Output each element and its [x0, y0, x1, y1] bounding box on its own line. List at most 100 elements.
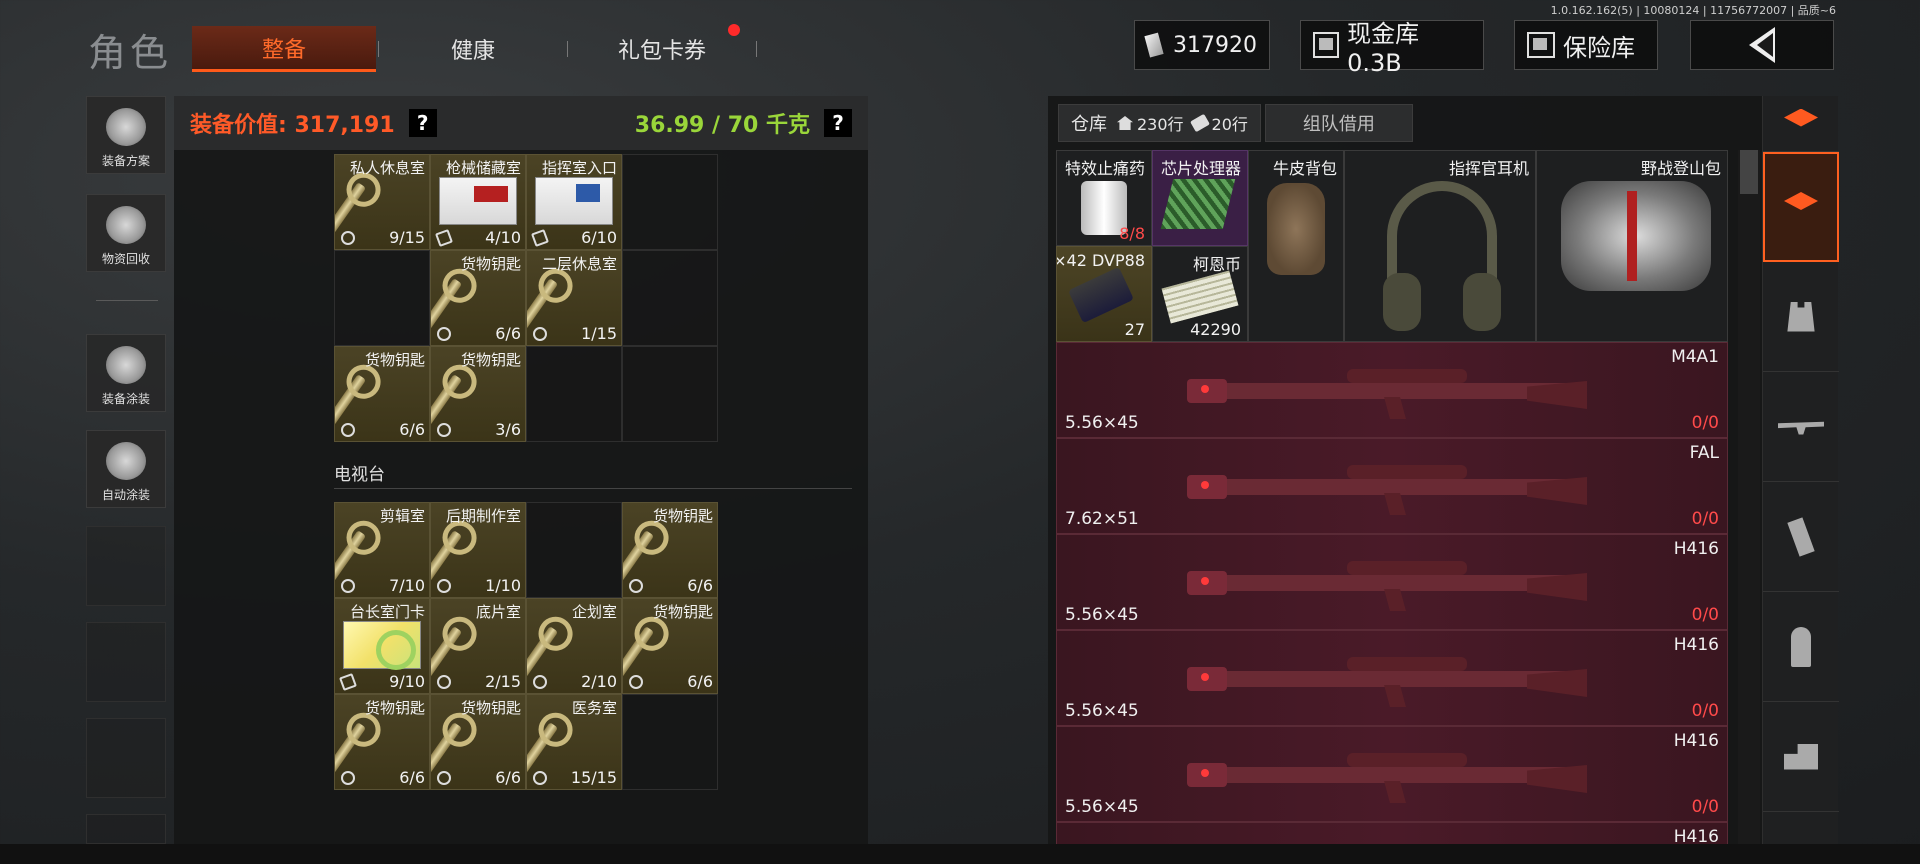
- key-item[interactable]: 底片室 2/15: [430, 598, 526, 694]
- weapon-name: H416: [1673, 539, 1719, 559]
- all-categories-icon[interactable]: [1763, 96, 1839, 152]
- item-name: 柯恩币: [1192, 255, 1241, 274]
- key-item[interactable]: 后期制作室 1/10: [430, 502, 526, 598]
- equip-paint-button[interactable]: 装备涂装: [86, 334, 166, 412]
- rifle-icon: [1187, 369, 1587, 419]
- key-item[interactable]: 二层休息室 1/15: [526, 250, 622, 346]
- weapon-caliber: 5.56×45: [1065, 605, 1139, 625]
- weapon-row[interactable]: H416 5.56×45 0/0: [1056, 534, 1728, 630]
- value-help-button[interactable]: ?: [408, 109, 437, 137]
- weapon-row[interactable]: H416 5.56×45 0/0: [1056, 726, 1728, 822]
- house-icon: [1117, 116, 1133, 130]
- key-item[interactable]: 剪辑室 7/10: [334, 502, 430, 598]
- empty-slot: [86, 526, 166, 606]
- key-item[interactable]: 货物钥匙 6/6: [334, 346, 430, 442]
- scroll-thumb[interactable]: [1740, 150, 1758, 194]
- item-name: 特效止痛药: [1064, 159, 1145, 178]
- safe-button[interactable]: 保险库: [1514, 20, 1658, 70]
- item-count: 9/10: [389, 672, 425, 691]
- sight-icon[interactable]: [1763, 702, 1839, 812]
- item-count: 3/6: [495, 420, 521, 439]
- item-name: 货物钥匙: [364, 699, 425, 717]
- storage-item[interactable]: 柯恩币 42290: [1152, 246, 1248, 342]
- key-item[interactable]: 货物钥匙 3/6: [430, 346, 526, 442]
- storage-item[interactable]: 牛皮背包: [1248, 150, 1344, 342]
- rows-tag-count: 20行: [1211, 115, 1248, 134]
- item-name: 医务室: [571, 699, 617, 717]
- storage-item[interactable]: 芯片处理器: [1152, 150, 1248, 246]
- key-icon: [431, 530, 463, 582]
- tab-health[interactable]: 健康: [381, 26, 565, 72]
- tab-team-borrow[interactable]: 组队借用: [1264, 104, 1413, 142]
- item-count: 8/8: [1119, 224, 1145, 243]
- key-item[interactable]: 台长室门卡 9/10: [334, 598, 430, 694]
- item-count: 6/6: [495, 324, 521, 343]
- storage-item[interactable]: 特效止痛药 8/8: [1056, 150, 1152, 246]
- key-item[interactable]: 枪械储藏室 4/10: [430, 154, 526, 250]
- weapon-durability: 0/0: [1691, 605, 1719, 625]
- tab-gift-cards[interactable]: 礼包卡券: [570, 24, 754, 72]
- recycle-icon: [106, 206, 146, 244]
- key-item[interactable]: 货物钥匙 6/6: [430, 250, 526, 346]
- item-count: 7/10: [389, 576, 425, 595]
- tab-warehouse[interactable]: 仓库 230行 20行: [1058, 104, 1261, 142]
- item-name: 货物钥匙: [460, 255, 521, 273]
- card-icon: [531, 229, 549, 247]
- key-item[interactable]: 货物钥匙 6/6: [622, 502, 718, 598]
- recycle-label: 物资回收: [101, 252, 150, 266]
- key-icon: [623, 530, 655, 582]
- tab-gift-cards-label: 礼包卡券: [617, 39, 706, 64]
- item-name: 台长室门卡: [349, 603, 425, 621]
- storage-item[interactable]: 指挥官耳机: [1344, 150, 1536, 342]
- timer-icon: [437, 579, 451, 593]
- ammo-icon[interactable]: [1763, 592, 1839, 702]
- item-name: 企划室: [571, 603, 617, 621]
- key-icon: [431, 626, 463, 678]
- loadout-label: 装备方案: [101, 154, 150, 168]
- timer-icon: [533, 327, 547, 341]
- equip-paint-label: 装备涂装: [101, 392, 150, 406]
- auto-paint-button[interactable]: 自动涂装: [86, 430, 166, 508]
- item-count: 27: [1124, 320, 1145, 339]
- timer-icon: [533, 675, 547, 689]
- rifle-icon[interactable]: [1763, 372, 1839, 482]
- cash-vault-button[interactable]: 现金库 0.3B: [1300, 20, 1484, 77]
- key-item[interactable]: 货物钥匙 6/6: [430, 694, 526, 790]
- key-item[interactable]: 医务室 15/15: [526, 694, 622, 790]
- storage-item[interactable]: 5.8×42 DVP88 27: [1056, 246, 1152, 342]
- storage-scrollbar[interactable]: [1738, 150, 1760, 864]
- empty-slot: [622, 250, 718, 346]
- weapon-row[interactable]: FAL 7.62×51 0/0: [1056, 438, 1728, 534]
- vest-icon[interactable]: [1763, 262, 1839, 372]
- recycle-button[interactable]: 物资回收: [86, 194, 166, 272]
- weapon-row[interactable]: M4A1 5.56×45 0/0: [1056, 342, 1728, 438]
- weight-help-button[interactable]: ?: [824, 109, 852, 137]
- key-icon: [335, 530, 367, 582]
- loadout-button[interactable]: 装备方案: [86, 96, 166, 174]
- back-button[interactable]: [1690, 20, 1834, 70]
- key-item[interactable]: 企划室 2/10: [526, 598, 622, 694]
- weapon-row[interactable]: H416 5.56×45 0/0: [1056, 630, 1728, 726]
- key-grid-tv-station: 剪辑室 7/10 后期制作室 1/10 货物钥匙 6/6 台长室门卡 9/10 底片室 2/15 企…: [334, 502, 718, 790]
- section-title: 电视台: [334, 465, 385, 485]
- timer-icon: [341, 231, 355, 245]
- weapon-name: FAL: [1689, 443, 1719, 463]
- auto-paint-label: 自动涂装: [101, 488, 150, 502]
- item-name: 牛皮背包: [1272, 159, 1337, 178]
- key-icon: [431, 722, 463, 774]
- safe-icon: [1527, 32, 1555, 58]
- stash-icon[interactable]: [1763, 152, 1839, 262]
- magazine-icon[interactable]: [1763, 482, 1839, 592]
- key-item[interactable]: 指挥室入口 6/10: [526, 154, 622, 250]
- item-name: 剪辑室: [379, 507, 425, 525]
- rifle-icon: [1187, 753, 1587, 803]
- ammo-box-icon: [1068, 266, 1134, 324]
- item-count: 42290: [1190, 320, 1241, 339]
- storage-item[interactable]: 野战登山包: [1536, 150, 1728, 342]
- key-item[interactable]: 私人休息室 9/15: [334, 154, 430, 250]
- key-item[interactable]: 货物钥匙 6/6: [334, 694, 430, 790]
- item-name: 芯片处理器: [1160, 159, 1241, 178]
- warehouse-label: 仓库: [1071, 114, 1107, 135]
- key-item[interactable]: 货物钥匙 6/6: [622, 598, 718, 694]
- tab-equip[interactable]: 整备: [192, 26, 376, 72]
